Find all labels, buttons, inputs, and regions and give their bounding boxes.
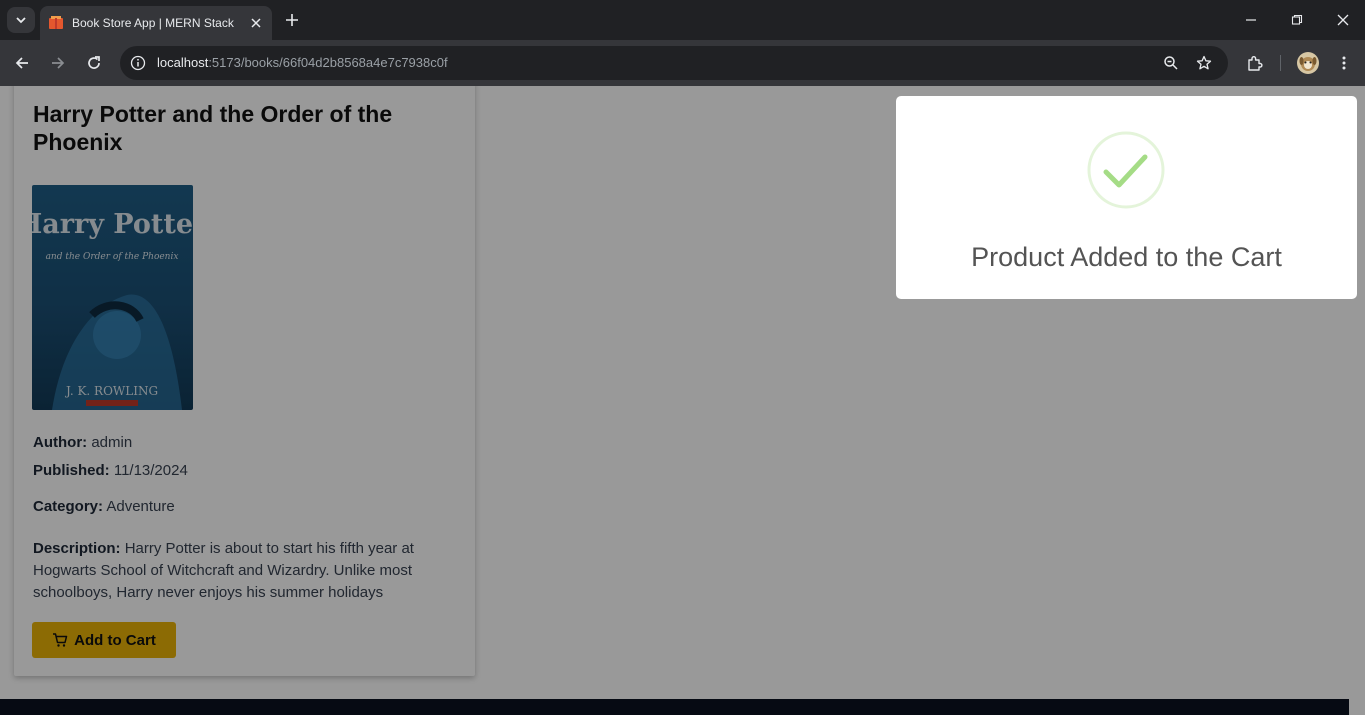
plus-icon <box>286 14 298 26</box>
page-viewport: Harry Potter and the Order of the Phoeni… <box>0 86 1365 715</box>
restore-icon <box>1291 14 1303 25</box>
profile-avatar[interactable] <box>1297 52 1319 74</box>
url-text: localhost:5173/books/66f04d2b8568a4e7c79… <box>157 55 448 70</box>
browser-menu-button[interactable] <box>1332 51 1356 75</box>
toolbar-separator <box>1280 55 1281 71</box>
tab-title: Book Store App | MERN Stack Project <box>72 16 238 30</box>
close-icon <box>1337 14 1349 26</box>
book-favicon-icon <box>49 16 63 29</box>
more-vertical-icon <box>1342 56 1346 70</box>
bookmark-star-icon[interactable] <box>1193 53 1215 73</box>
minimize-icon <box>1246 19 1256 21</box>
puzzle-icon <box>1248 56 1263 71</box>
url-host: localhost <box>157 55 209 70</box>
arrow-left-icon <box>15 57 28 69</box>
forward-button[interactable] <box>46 51 70 75</box>
close-window-button[interactable] <box>1320 0 1365 40</box>
new-tab-button[interactable] <box>281 9 303 31</box>
reload-button[interactable] <box>82 51 106 75</box>
arrow-right-icon <box>52 57 65 69</box>
toast-message: Product Added to the Cart <box>971 242 1282 272</box>
extensions-button[interactable] <box>1243 51 1267 75</box>
reload-icon <box>88 56 100 69</box>
minimize-button[interactable] <box>1228 0 1274 40</box>
zoom-icon[interactable] <box>1160 53 1182 73</box>
restore-button[interactable] <box>1274 0 1320 40</box>
address-bar[interactable]: localhost:5173/books/66f04d2b8568a4e7c79… <box>120 46 1228 80</box>
site-info-icon[interactable] <box>128 53 148 73</box>
chevron-down-icon <box>16 17 26 24</box>
success-check-icon <box>1087 131 1165 209</box>
dog-avatar-icon <box>1299 57 1317 71</box>
browser-toolbar: localhost:5173/books/66f04d2b8568a4e7c79… <box>0 40 1365 86</box>
close-tab-icon[interactable] <box>248 15 264 31</box>
browser-tabstrip: Book Store App | MERN Stack Project <box>0 0 1365 40</box>
success-toast: Product Added to the Cart <box>896 96 1357 299</box>
back-button[interactable] <box>10 51 34 75</box>
tab-search-button[interactable] <box>7 7 35 33</box>
browser-tab-active[interactable]: Book Store App | MERN Stack Project <box>40 6 272 40</box>
url-path: :5173/books/66f04d2b8568a4e7c7938c0f <box>208 55 448 70</box>
